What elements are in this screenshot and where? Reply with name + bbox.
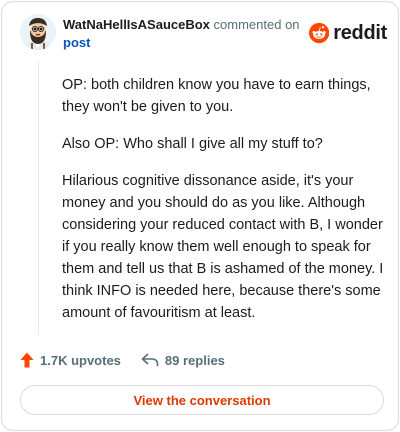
comment-body: OP: both children know you have to earn …	[62, 74, 387, 339]
comment-paragraph: OP: both children know you have to earn …	[62, 77, 371, 115]
upvotes-count: 1.7K upvotes	[40, 352, 121, 368]
comment-paragraph: Hilarious cognitive dissonance aside, it…	[62, 173, 384, 321]
upvote-arrow-icon	[20, 352, 34, 368]
reply-arrow-icon	[141, 353, 159, 367]
embedded-comment-card: WatNaHellIsASauceBox commented on post r…	[1, 1, 399, 431]
comment-stats: 1.7K upvotes 89 replies	[20, 348, 225, 372]
avatar-image	[20, 14, 56, 50]
user-avatar[interactable]	[20, 14, 56, 50]
reddit-snoo-icon	[309, 22, 330, 44]
comment-paragraph: Also OP: Who shall I give all my stuff t…	[62, 136, 323, 152]
comment-action-text: commented on	[213, 17, 300, 32]
replies-count: 89 replies	[164, 352, 225, 368]
upvotes-stat[interactable]: 1.7K upvotes	[20, 352, 121, 368]
post-link[interactable]: post	[63, 35, 90, 50]
reddit-logo[interactable]: reddit	[309, 20, 387, 46]
comment-header: WatNaHellIsASauceBox commented on post	[63, 16, 313, 52]
author-username[interactable]: WatNaHellIsASauceBox	[63, 17, 210, 32]
thread-line	[38, 60, 39, 334]
replies-stat[interactable]: 89 replies	[141, 353, 225, 368]
reddit-wordmark: reddit	[333, 21, 387, 44]
view-conversation-button[interactable]: View the conversation	[20, 385, 384, 415]
